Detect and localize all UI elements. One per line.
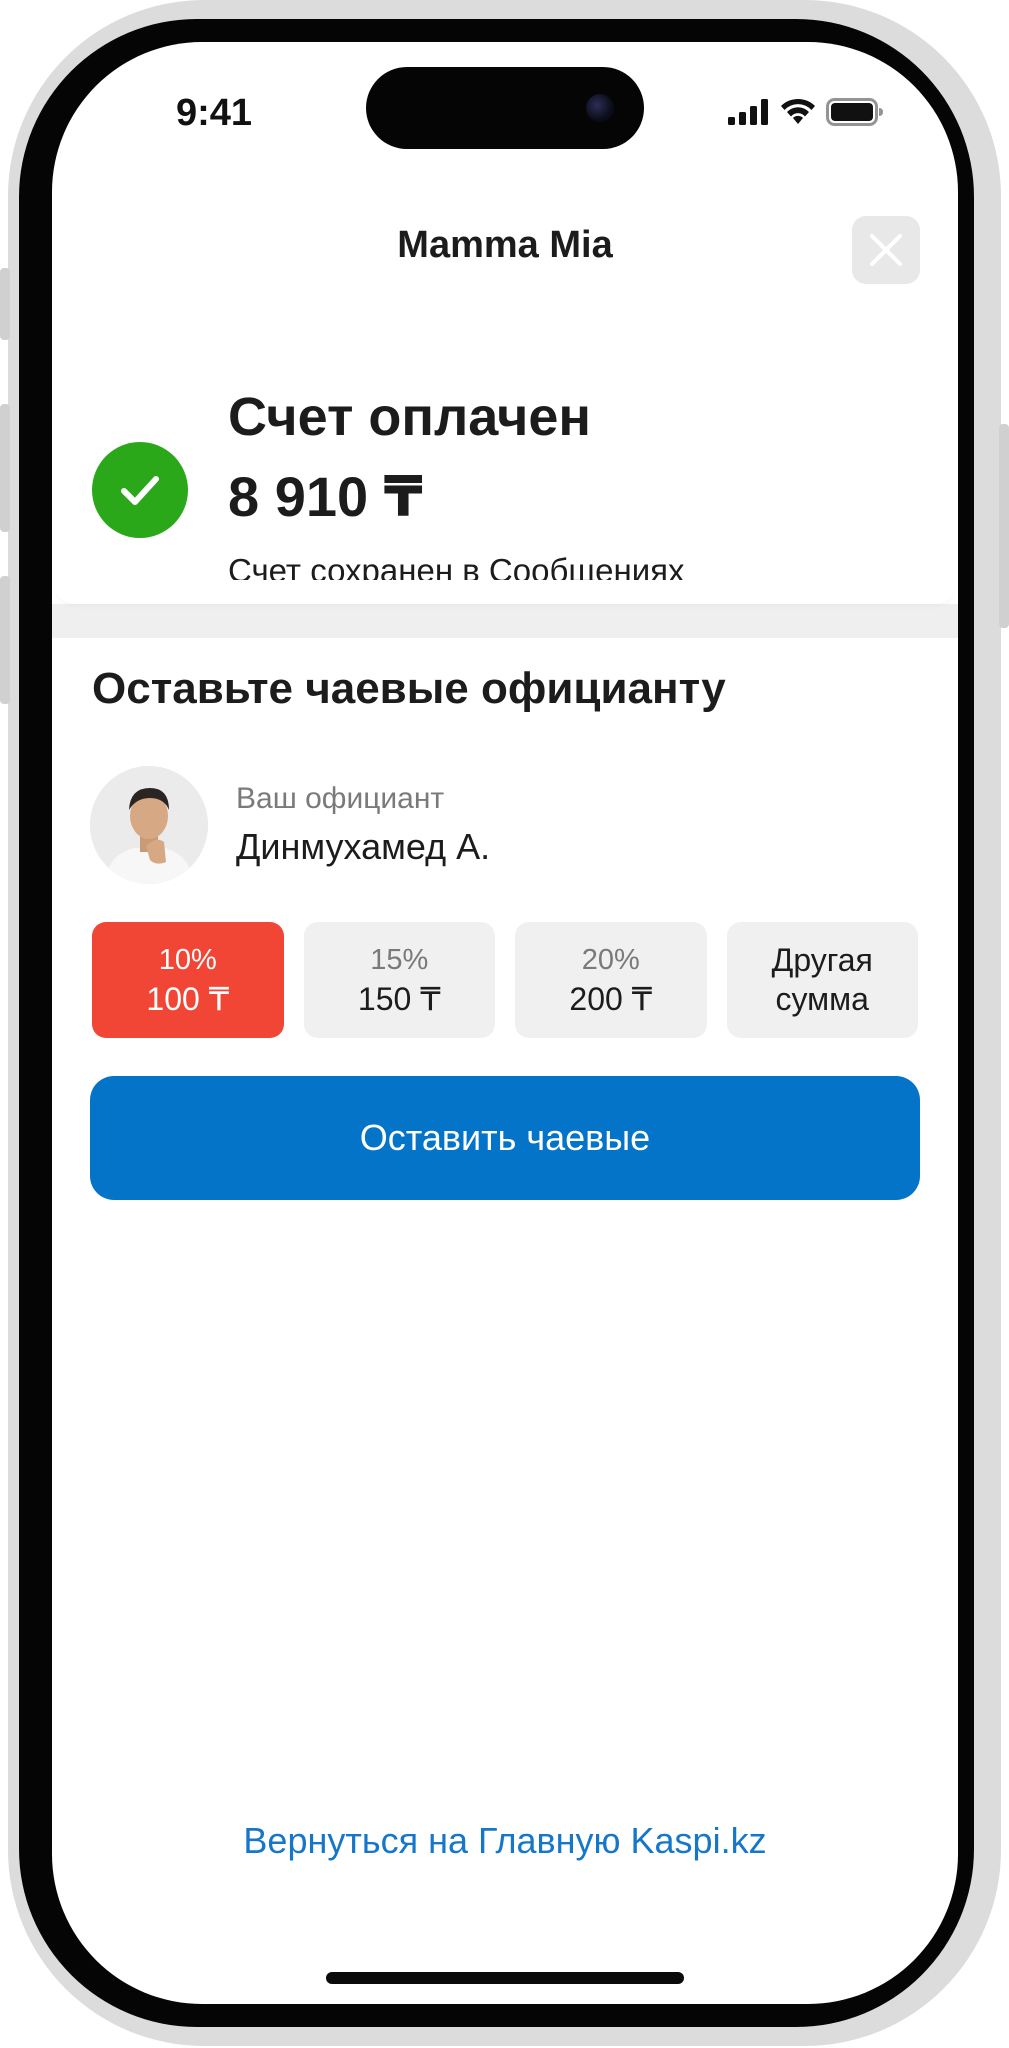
tip-option-20[interactable]: 20% 200 ₸ xyxy=(515,922,707,1038)
tip-option-custom[interactable]: Другая сумма xyxy=(726,922,918,1038)
leave-tip-button[interactable]: Оставить чаевые xyxy=(90,1076,920,1200)
status-icons xyxy=(728,98,884,126)
tip-option-10[interactable]: 10% 100 ₸ xyxy=(92,922,284,1038)
tip-amount: 100 ₸ xyxy=(146,981,230,1017)
dynamic-island xyxy=(366,67,644,149)
avatar xyxy=(90,766,208,884)
battery-icon xyxy=(826,98,883,126)
tip-options: 10% 100 ₸ 15% 150 ₸ 20% 200 ₸ Другая сум… xyxy=(92,922,918,1038)
screen: 9:41 Mamma Mia Счет оплачен 8 910 ₸ Счет… xyxy=(52,42,958,2004)
waiter-caption: Ваш официант xyxy=(236,782,445,815)
merchant-title: Mamma Mia xyxy=(397,224,613,266)
power-button xyxy=(999,424,1009,628)
status-time: 9:41 xyxy=(176,92,253,134)
section-divider xyxy=(52,604,958,638)
card-bottom-edge xyxy=(52,580,958,604)
tips-heading: Оставьте чаевые официанту xyxy=(92,664,726,713)
camera-icon xyxy=(586,94,614,122)
payment-amount: 8 910 ₸ xyxy=(228,465,423,528)
close-icon xyxy=(870,234,902,266)
tip-amount: 200 ₸ xyxy=(569,981,653,1017)
wifi-icon xyxy=(781,98,815,124)
tip-percent: 20% xyxy=(581,944,640,976)
tip-percent: 15% xyxy=(370,944,429,976)
close-button[interactable] xyxy=(852,216,920,284)
cellular-signal-icon xyxy=(728,99,768,125)
action-button xyxy=(0,268,10,340)
tip-percent: 10% xyxy=(158,944,217,976)
waiter-name: Динмухамед А. xyxy=(236,826,491,867)
payment-status-title: Счет оплачен xyxy=(228,387,591,447)
tip-option-15[interactable]: 15% 150 ₸ xyxy=(303,922,495,1038)
tip-amount: 150 ₸ xyxy=(357,981,441,1017)
check-icon xyxy=(92,442,188,538)
tip-custom-label: Другая сумма xyxy=(771,942,873,1017)
home-indicator[interactable] xyxy=(326,1972,684,1984)
volume-down-button xyxy=(0,576,10,704)
volume-up-button xyxy=(0,404,10,532)
home-link[interactable]: Вернуться на Главную Kaspi.kz xyxy=(52,1820,958,1862)
